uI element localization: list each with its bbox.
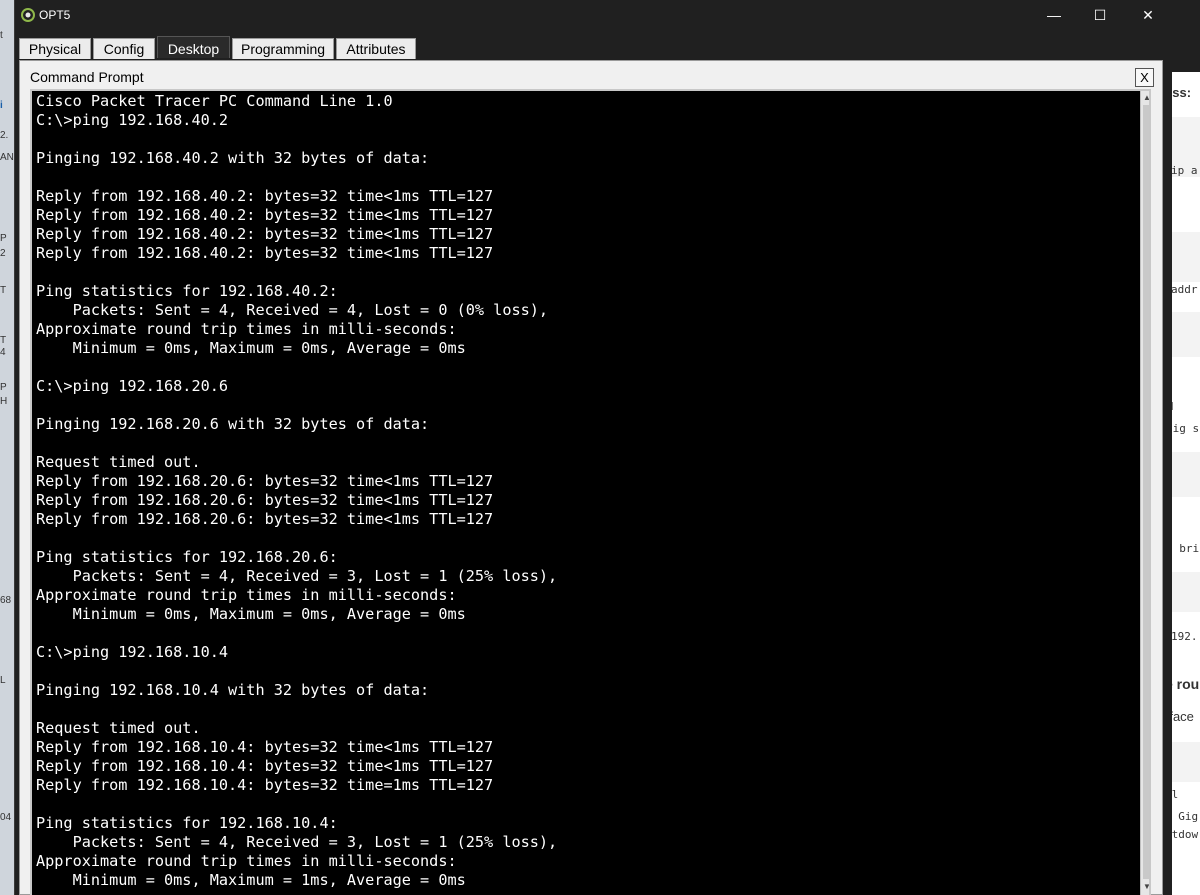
bg-left-fragment: 2 [0, 248, 6, 259]
bg-left-fragment: 68 [0, 595, 12, 606]
tab-config[interactable]: Config [93, 38, 155, 59]
console-line: Approximate round trip times in milli-se… [36, 320, 457, 338]
console-line: Ping statistics for 192.168.20.6: [36, 548, 338, 566]
tab-physical[interactable]: Physical [19, 38, 91, 59]
opt5-window: OPT5 — ☐ ✕ Physical Config Desktop Progr… [14, 0, 1173, 895]
bg-left-fragment: AN [0, 152, 14, 163]
bg-left-fragment: P [0, 382, 7, 393]
bg-left-fragment: i [0, 100, 3, 111]
tab-programming[interactable]: Programming [232, 38, 334, 59]
console-line: Reply from 192.168.10.4: bytes=32 time<1… [36, 757, 494, 775]
console-line: Reply from 192.168.10.4: bytes=32 time=1… [36, 776, 494, 794]
console-line: Request timed out. [36, 453, 201, 471]
console-line: Packets: Sent = 4, Received = 3, Lost = … [36, 567, 558, 585]
bg-left-fragment: 04 [0, 812, 12, 823]
console-line: Minimum = 0ms, Maximum = 0ms, Average = … [36, 339, 466, 357]
console-line: Minimum = 0ms, Maximum = 0ms, Average = … [36, 605, 466, 623]
tab-desktop[interactable]: Desktop [157, 36, 230, 58]
console-line: Request timed out. [36, 719, 201, 737]
tab-attributes[interactable]: Attributes [336, 38, 416, 59]
bg-left-fragment: P [0, 233, 7, 244]
console-line: Packets: Sent = 4, Received = 4, Lost = … [36, 301, 549, 319]
console-line: Approximate round trip times in milli-se… [36, 852, 457, 870]
console-line: Pinging 192.168.20.6 with 32 bytes of da… [36, 415, 430, 433]
bg-right-fragment: 192. [1171, 630, 1198, 643]
console-line: C:\>ping 192.168.20.6 [36, 377, 229, 395]
bg-left-fragment: T [0, 285, 7, 296]
scroll-up-arrow-icon[interactable]: ▲ [1141, 92, 1149, 104]
console-line: Cisco Packet Tracer PC Command Line 1.0 [36, 92, 393, 110]
console-line: Reply from 192.168.20.6: bytes=32 time<1… [36, 491, 494, 509]
console-scrollbar[interactable]: ▲ ▼ [1140, 91, 1149, 895]
console-line: Pinging 192.168.40.2 with 32 bytes of da… [36, 149, 430, 167]
console-line: Reply from 192.168.40.2: bytes=32 time<1… [36, 225, 494, 243]
title-bar[interactable]: OPT5 — ☐ ✕ [15, 0, 1173, 32]
console-line: Approximate round trip times in milli-se… [36, 586, 457, 604]
command-prompt-console[interactable]: Cisco Packet Tracer PC Command Line 1.0 C… [30, 89, 1151, 895]
bg-right-fragment: ip a [1171, 164, 1198, 177]
console-line: Reply from 192.168.40.2: bytes=32 time<1… [36, 187, 494, 205]
console-line: Ping statistics for 192.168.40.2: [36, 282, 338, 300]
minimize-button[interactable]: — [1031, 0, 1077, 32]
console-line: Reply from 192.168.40.2: bytes=32 time<1… [36, 244, 494, 262]
bg-left-fragment: 2. [0, 130, 9, 141]
packet-tracer-app-icon [21, 8, 35, 22]
close-command-prompt-button[interactable]: X [1135, 68, 1154, 87]
maximize-button[interactable]: ☐ [1077, 0, 1123, 32]
scroll-thumb[interactable] [1143, 105, 1149, 879]
console-line: Pinging 192.168.10.4 with 32 bytes of da… [36, 681, 430, 699]
bg-left-fragment: t [0, 30, 3, 41]
console-line: Reply from 192.168.20.6: bytes=32 time<1… [36, 472, 494, 490]
bg-left-fragment: T [0, 335, 7, 346]
bg-right-fragment: addr [1171, 283, 1198, 296]
bg-left-fragment: H [0, 396, 8, 407]
console-line: Ping statistics for 192.168.10.4: [36, 814, 338, 832]
bg-left-fragment: 4 [0, 347, 6, 358]
command-prompt-panel: Command Prompt X Cisco Packet Tracer PC … [19, 60, 1163, 895]
console-line: Minimum = 0ms, Maximum = 1ms, Average = … [36, 871, 466, 889]
background-window-left: t i 2. AN P 2 T T 4 P H 68 L 04 [0, 0, 14, 895]
scroll-down-arrow-icon[interactable]: ▼ [1141, 881, 1149, 893]
console-output: Cisco Packet Tracer PC Command Line 1.0 C… [36, 92, 1136, 890]
console-line: Packets: Sent = 4, Received = 3, Lost = … [36, 833, 558, 851]
console-line: C:\>ping 192.168.40.2 [36, 111, 229, 129]
bg-left-fragment: L [0, 675, 6, 686]
console-line: Reply from 192.168.20.6: bytes=32 time<1… [36, 510, 494, 528]
console-line: Reply from 192.168.10.4: bytes=32 time<1… [36, 738, 494, 756]
close-window-button[interactable]: ✕ [1125, 0, 1171, 32]
panel-title: Command Prompt [30, 69, 144, 85]
console-line: Reply from 192.168.40.2: bytes=32 time<1… [36, 206, 494, 224]
console-line: C:\>ping 192.168.10.4 [36, 643, 229, 661]
window-title: OPT5 [39, 8, 71, 22]
